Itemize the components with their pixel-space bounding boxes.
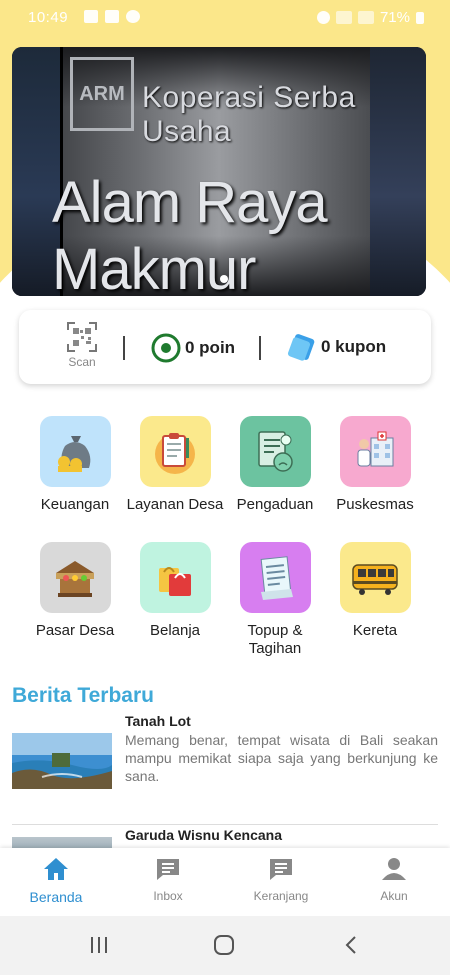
train-icon: [339, 542, 411, 613]
bottom-navigation: Beranda Inbox Keranjang Akun: [0, 848, 450, 916]
menu-kereta[interactable]: Kereta: [325, 542, 425, 640]
menu-label: Pengaduan: [236, 496, 314, 513]
menu-label: Pasar Desa: [35, 622, 115, 639]
menu-pasar-desa[interactable]: Pasar Desa: [25, 542, 125, 640]
chat-icon: [157, 859, 179, 880]
back-icon[interactable]: [340, 934, 362, 956]
coupon-ticket-icon: [287, 334, 315, 361]
carousel-indicator-dot[interactable]: [220, 275, 228, 283]
battery-icon: [416, 11, 424, 24]
nav-label: Beranda: [29, 889, 83, 905]
nav-beranda[interactable]: Beranda: [6, 856, 106, 905]
menu-label: Layanan Desa: [126, 496, 224, 513]
menu-puskesmas[interactable]: Puskesmas: [325, 416, 425, 514]
scan-button[interactable]: Scan: [65, 321, 99, 369]
market-stall-icon: [39, 542, 111, 613]
wifi-icon: [335, 11, 352, 24]
notification-icons: [84, 10, 140, 23]
nav-label: Akun: [380, 889, 408, 903]
scan-label: Scan: [68, 355, 96, 369]
message-icon: [105, 10, 119, 23]
news-headline: Garuda Wisnu Kencana: [125, 827, 283, 843]
menu-label: Topup & Tagihan: [247, 622, 303, 657]
menu-label: Keuangan: [40, 496, 110, 513]
news-divider: [12, 824, 438, 825]
gallery-icon: [84, 10, 98, 23]
nav-inbox[interactable]: Inbox: [118, 856, 218, 903]
home-icon: [44, 858, 68, 880]
qr-scan-icon: [66, 321, 98, 353]
news-section-title: Berita Terbaru: [12, 684, 154, 707]
banner-line2: Alam Raya Makmur: [52, 170, 328, 296]
menu-label: Puskesmas: [336, 496, 414, 513]
nav-akun[interactable]: Akun: [344, 856, 444, 903]
points-card: Scan 0 poin 0 kupon: [19, 310, 431, 384]
alarm-icon: [316, 11, 330, 24]
receipt-icon: [239, 542, 311, 613]
coupon-button[interactable]: 0 kupon: [287, 333, 386, 361]
battery-percent: 71%: [379, 9, 410, 26]
nav-label: Keranjang: [253, 889, 309, 903]
divider: [123, 336, 125, 360]
menu-label: Belanja: [149, 622, 201, 639]
money-bag-icon: [39, 416, 111, 487]
shopping-bags-icon: [139, 542, 211, 613]
points-button[interactable]: 0 poin: [151, 333, 235, 363]
facebook-icon: [126, 10, 140, 23]
person-icon: [382, 858, 406, 880]
news-headline: Tanah Lot: [125, 713, 191, 729]
divider: [259, 336, 261, 360]
menu-label: Kereta: [352, 622, 398, 639]
news-item-tanah-lot[interactable]: Tanah Lot Memang benar, tempat wisata di…: [12, 713, 438, 793]
status-bar: 10:49 71%: [0, 0, 450, 36]
menu-topup-tagihan[interactable]: Topup & Tagihan: [225, 542, 325, 658]
home-button-icon[interactable]: [213, 934, 235, 956]
complaint-document-icon: [239, 416, 311, 487]
nav-label: Inbox: [153, 889, 183, 903]
banner-line1: Koperasi Serba Usaha: [142, 81, 356, 148]
promo-banner-carousel[interactable]: ARM Koperasi Serba Usaha Alam Raya Makmu…: [12, 47, 426, 296]
coupon-value: 0 kupon: [321, 337, 387, 356]
signal-icon: [357, 11, 374, 24]
cart-message-icon: [270, 859, 292, 880]
nav-keranjang[interactable]: Keranjang: [231, 856, 331, 903]
menu-pengaduan[interactable]: Pengaduan: [225, 416, 325, 514]
banner-logo: ARM: [70, 57, 134, 131]
status-time: 10:49: [28, 9, 69, 26]
news-summary: Memang benar, tempat wisata di Bali seak…: [125, 732, 438, 784]
menu-belanja[interactable]: Belanja: [125, 542, 225, 640]
news-thumbnail: [12, 733, 112, 789]
points-target-icon: [151, 333, 181, 363]
points-value: 0 poin: [185, 338, 236, 357]
menu-layanan-desa[interactable]: Layanan Desa: [125, 416, 225, 514]
recent-apps-icon[interactable]: [88, 934, 110, 956]
system-navigation-bar: [0, 916, 450, 975]
menu-keuangan[interactable]: Keuangan: [25, 416, 125, 514]
clipboard-icon: [139, 416, 211, 487]
health-center-icon: [339, 416, 411, 487]
system-icons: 71%: [316, 9, 424, 26]
